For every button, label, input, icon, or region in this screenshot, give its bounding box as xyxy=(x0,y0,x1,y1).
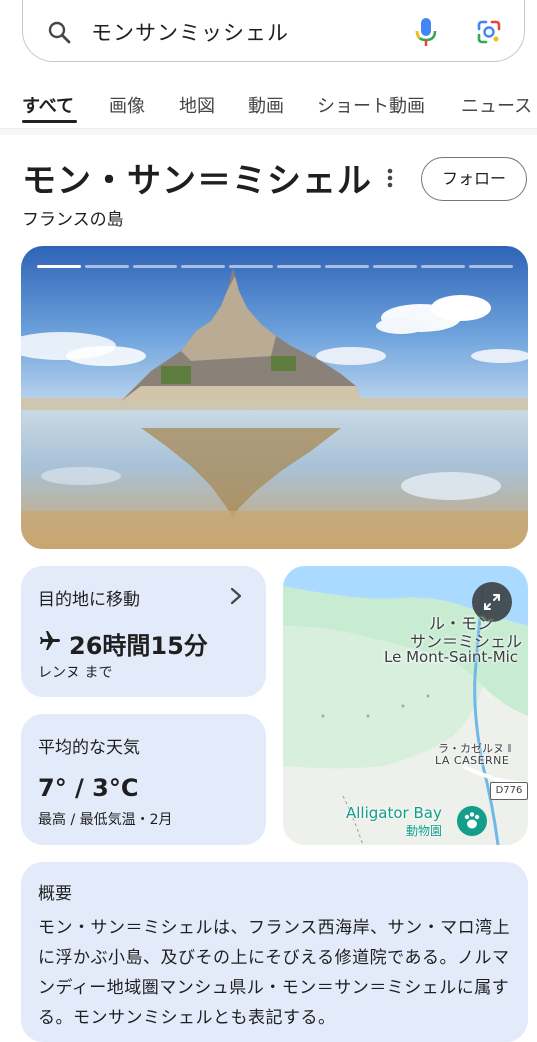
map-road-sign: D776 xyxy=(490,782,528,800)
weather-label: 平均的な天気 xyxy=(38,738,140,758)
tab-maps[interactable]: 地図 xyxy=(179,92,215,118)
divider xyxy=(0,129,537,135)
map-poi-name: Alligator Bay xyxy=(346,804,442,822)
map-thumbnail[interactable]: ル・モン サン＝ミシェル Le Mont-Saint-Mic ラ・カゼルヌ LA… xyxy=(283,566,528,845)
overview-text: モン・サン＝ミシェルは、フランス西海岸、サン・マロ湾上に浮かぶ小島、及びその上に… xyxy=(38,918,511,1028)
entity-title: モン・サン＝ミシェル xyxy=(22,161,372,201)
search-icon xyxy=(48,21,71,44)
active-tab-indicator xyxy=(22,120,77,123)
tab-images[interactable]: 画像 xyxy=(109,92,145,118)
travel-origin: レンヌ まで xyxy=(38,665,113,681)
chevron-right-icon xyxy=(230,587,242,605)
map-caserne-fr: LA CASERNE xyxy=(435,754,510,767)
search-input[interactable]: モンサンミッシェル xyxy=(91,17,289,47)
travel-duration: 26時間15分 xyxy=(69,632,208,660)
directions-card[interactable]: 目的地に移動 26時間15分 レンヌ まで xyxy=(21,566,266,697)
map-poi-type: 動物園 xyxy=(406,824,443,838)
lens-icon[interactable] xyxy=(476,19,502,45)
search-bar[interactable]: モンサンミッシェル xyxy=(22,0,525,62)
more-options-icon[interactable] xyxy=(380,166,400,190)
weather-detail: 最高 / 最低気温・2月 xyxy=(38,812,173,828)
tab-short-videos[interactable]: ショート動画 xyxy=(317,92,425,118)
entity-subtitle: フランスの島 xyxy=(22,210,124,230)
mic-icon[interactable] xyxy=(415,17,437,47)
weather-card[interactable]: 平均的な天気 7° / 3°C 最高 / 最低気温・2月 xyxy=(21,714,266,845)
hero-image[interactable] xyxy=(21,246,528,549)
tab-videos[interactable]: 動画 xyxy=(248,92,284,118)
map-place-fr: Le Mont-Saint-Mic xyxy=(384,648,519,666)
tab-all[interactable]: すべて xyxy=(22,92,74,118)
airplane-icon xyxy=(40,631,60,650)
search-tabs: すべて 画像 地図 動画 ショート動画 ニュース xyxy=(0,80,537,129)
mont-saint-michel-photo xyxy=(21,246,528,549)
tab-news[interactable]: ニュース xyxy=(461,92,532,118)
zoo-icon[interactable] xyxy=(457,806,487,836)
directions-label: 目的地に移動 xyxy=(38,590,140,610)
weather-temps: 7° / 3°C xyxy=(38,774,139,802)
overview-card: 概要 モン・サン＝ミシェルは、フランス西海岸、サン・マロ湾上に浮かぶ小島、及びそ… xyxy=(21,862,528,1042)
overview-heading: 概要 xyxy=(38,884,72,904)
follow-button[interactable]: フォロー xyxy=(421,157,527,201)
